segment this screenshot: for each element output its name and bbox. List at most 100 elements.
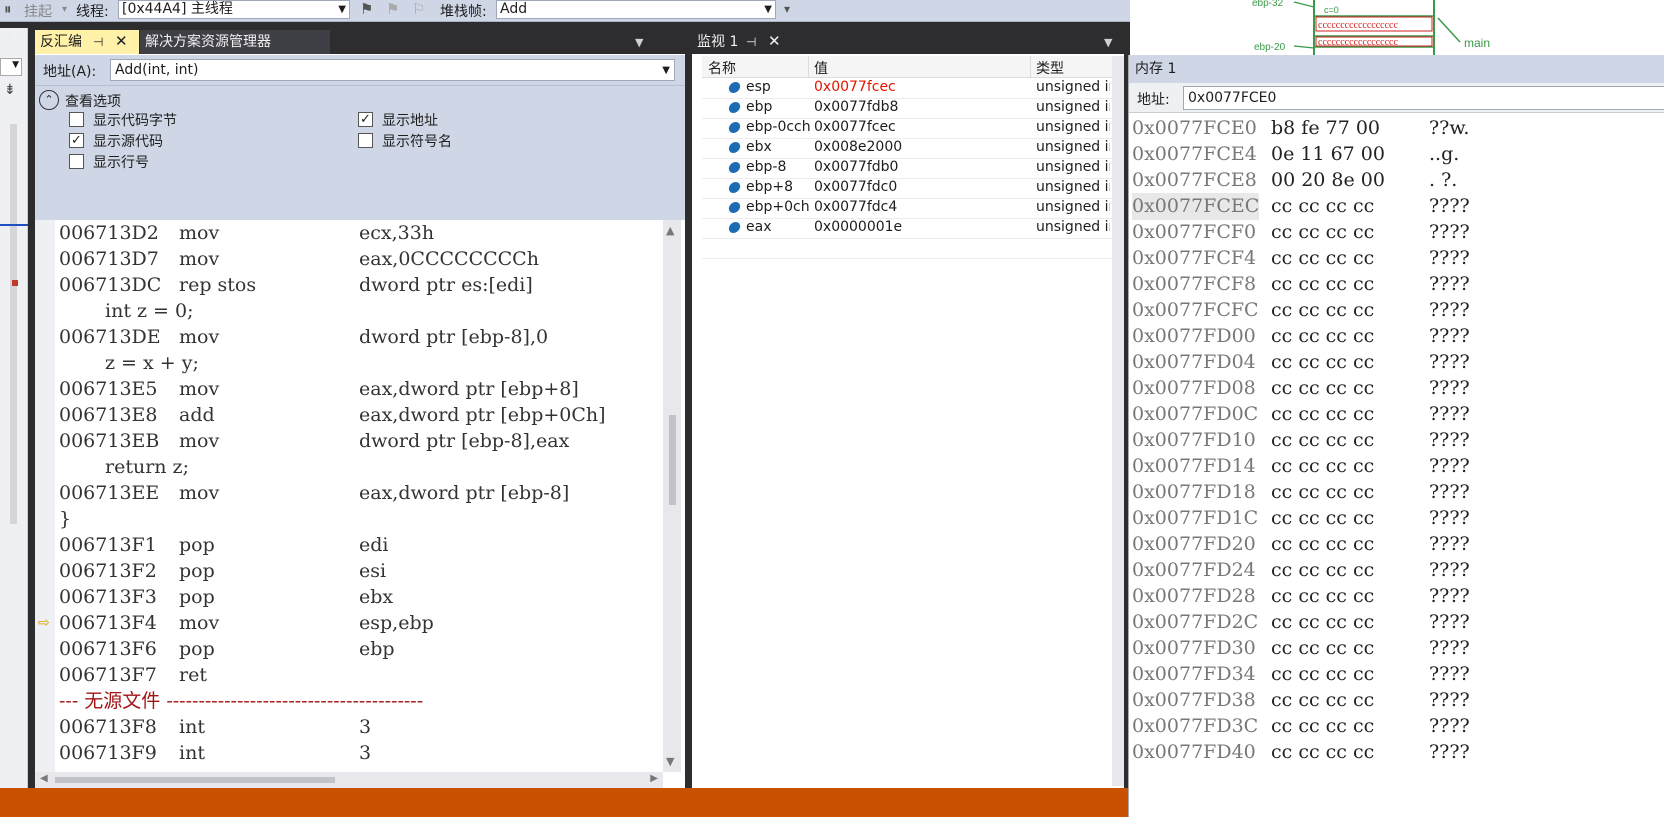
memory-bytes[interactable]: cc cc cc cc [1271, 583, 1374, 610]
memory-row[interactable]: 0x0077FCE4 0e 11 67 00 ..g. [1129, 141, 1664, 168]
column-header-value[interactable]: 值 [814, 58, 828, 78]
memory-row[interactable]: 0x0077FD20 cc cc cc cc???? [1129, 531, 1664, 558]
memory-bytes[interactable]: cc cc cc cc [1271, 401, 1374, 428]
watch-name[interactable]: ebx [746, 139, 772, 155]
memory-bytes[interactable]: cc cc cc cc [1271, 349, 1374, 376]
checkbox-show-code-bytes[interactable] [69, 112, 84, 127]
watch-row[interactable]: esp 0x0077fcec unsigned int [702, 78, 1112, 99]
memory-row[interactable]: 0x0077FD30 cc cc cc cc???? [1129, 635, 1664, 662]
memory-row[interactable]: 0x0077FD34 cc cc cc cc???? [1129, 661, 1664, 688]
watch-value[interactable]: 0x0077fdb0 [814, 159, 898, 175]
chevron-down-icon[interactable]: ▼ [635, 36, 643, 49]
watch-row[interactable]: ebp-8 0x0077fdb0 unsigned int [702, 158, 1112, 179]
watch-value[interactable]: 0x0077fdb8 [814, 99, 898, 115]
watch-name[interactable]: ebp+0ch [746, 199, 810, 215]
left-combo[interactable]: ▼ [0, 58, 22, 76]
watch-name[interactable]: ebp [746, 99, 772, 115]
memory-bytes[interactable]: cc cc cc cc [1271, 557, 1374, 584]
checkbox-show-source[interactable]: ✓ [69, 133, 84, 148]
scroll-left-icon[interactable]: ◀ [40, 773, 48, 784]
memory-bytes[interactable]: cc cc cc cc [1271, 635, 1374, 662]
suspend-icon[interactable]: ⏸ [4, 0, 12, 18]
memory-row[interactable]: 0x0077FD08 cc cc cc cc???? [1129, 375, 1664, 402]
memory-bytes[interactable]: cc cc cc cc [1271, 245, 1374, 272]
memory-row[interactable]: 0x0077FD24 cc cc cc cc???? [1129, 557, 1664, 584]
watch-name[interactable]: eax [746, 219, 771, 235]
thread-select[interactable]: [0x44A4] 主线程 ▼ [118, 0, 350, 19]
source-brace[interactable]: } [59, 506, 71, 532]
memory-bytes[interactable]: cc cc cc cc [1271, 609, 1374, 636]
collapse-icon[interactable]: ⇟ [4, 82, 16, 98]
memory-bytes[interactable]: cc cc cc cc [1271, 193, 1374, 220]
memory-bytes[interactable]: cc cc cc cc [1271, 739, 1374, 766]
memory-bytes[interactable]: b8 fe 77 00 [1271, 115, 1380, 142]
memory-row[interactable]: 0x0077FD38 cc cc cc cc???? [1129, 687, 1664, 714]
watch-value[interactable]: 0x0077fdc0 [814, 179, 897, 195]
watch-value[interactable]: 0x008e2000 [814, 139, 902, 155]
watch-row[interactable]: ebp+8 0x0077fdc0 unsigned int [702, 178, 1112, 199]
watch-value[interactable]: 0x0077fcec [814, 79, 896, 95]
memory-row[interactable]: 0x0077FCE8 00 20 8e 00 . ?. [1129, 167, 1664, 194]
memory-bytes[interactable]: cc cc cc cc [1271, 479, 1374, 506]
scroll-thumb[interactable] [55, 777, 335, 783]
column-separator[interactable] [808, 56, 809, 77]
memory-row[interactable]: 0x0077FD40 cc cc cc cc???? [1129, 739, 1664, 766]
memory-bytes[interactable]: cc cc cc cc [1271, 427, 1374, 454]
chevron-down-icon[interactable]: ▼ [1104, 36, 1112, 49]
stackframe-select[interactable]: Add ▼ [496, 0, 776, 19]
memory-row[interactable]: 0x0077FD28 cc cc cc cc???? [1129, 583, 1664, 610]
tab-watch-1[interactable]: 监视 1 ⊣ ✕ [692, 30, 790, 54]
memory-bytes[interactable]: cc cc cc cc [1271, 661, 1374, 688]
watch-new-row[interactable] [702, 238, 1112, 259]
checkbox-show-address[interactable]: ✓ [358, 112, 373, 127]
scroll-right-icon[interactable]: ▶ [650, 773, 658, 784]
close-icon[interactable]: ✕ [115, 29, 128, 53]
watch-name[interactable]: ebp-8 [746, 159, 786, 175]
column-separator[interactable] [1030, 56, 1031, 77]
source-line[interactable]: z = x + y; [105, 350, 199, 376]
watch-name[interactable]: ebp-0cch [746, 119, 811, 135]
pin-icon[interactable]: ⊣ [746, 30, 756, 54]
toolbar-overflow-icon[interactable]: ▾ [784, 2, 790, 16]
scroll-down-icon[interactable]: ▼ [666, 755, 674, 768]
watch-name[interactable]: esp [746, 79, 771, 95]
close-icon[interactable]: ✕ [768, 29, 781, 53]
memory-bytes[interactable]: 0e 11 67 00 [1271, 141, 1385, 168]
disassembly-code-view[interactable]: 006713D2 mov ecx,33h 006713D7 mov eax,0CCCCCC… [35, 220, 663, 772]
memory-row[interactable]: 0x0077FCFC cc cc cc cc???? [1129, 297, 1664, 324]
watch-vertical-scrollbar[interactable] [1112, 56, 1124, 786]
memory-bytes[interactable]: cc cc cc cc [1271, 323, 1374, 350]
column-header-type[interactable]: 类型 [1036, 58, 1064, 78]
source-line[interactable]: return z; [105, 454, 189, 480]
flag-thread-icon[interactable]: ⚑ [360, 0, 373, 18]
watch-name[interactable]: ebp+8 [746, 179, 793, 195]
watch-row[interactable]: ebx 0x008e2000 unsigned int [702, 138, 1112, 159]
memory-row[interactable]: 0x0077FD1C cc cc cc cc???? [1129, 505, 1664, 532]
code-horizontal-scrollbar[interactable]: ◀ ▶ [35, 772, 663, 788]
code-vertical-scrollbar[interactable]: ▲ ▼ [663, 220, 681, 772]
source-line[interactable]: int z = 0; [105, 298, 194, 324]
left-scrollbar[interactable] [10, 124, 17, 524]
code-gutter[interactable] [35, 220, 55, 772]
memory-row[interactable]: 0x0077FD0C cc cc cc cc???? [1129, 401, 1664, 428]
address-input[interactable]: Add(int, int) ▼ [110, 59, 675, 81]
watch-value[interactable]: 0x0000001e [814, 219, 902, 235]
suspend-dropdown-icon[interactable]: ▾ [62, 4, 67, 15]
memory-bytes[interactable]: cc cc cc cc [1271, 453, 1374, 480]
memory-row[interactable]: 0x0077FD04 cc cc cc cc???? [1129, 349, 1664, 376]
checkbox-show-symbol-names[interactable] [358, 133, 373, 148]
watch-value[interactable]: 0x0077fdc4 [814, 199, 897, 215]
memory-bytes[interactable]: 00 20 8e 00 [1271, 167, 1385, 194]
memory-row[interactable]: 0x0077FCE0 b8 fe 77 00 ??w. [1129, 115, 1664, 142]
pin-icon[interactable]: ⊣ [93, 30, 103, 54]
memory-bytes[interactable]: cc cc cc cc [1271, 505, 1374, 532]
memory-address-input[interactable]: 0x0077FCE0 [1183, 86, 1664, 110]
memory-bytes[interactable]: cc cc cc cc [1271, 713, 1374, 740]
checkbox-show-line-numbers[interactable] [69, 154, 84, 169]
suspend-label[interactable]: 挂起 [24, 1, 52, 21]
tab-solution-explorer[interactable]: 解决方案资源管理器 [140, 30, 330, 54]
memory-bytes[interactable]: cc cc cc cc [1271, 687, 1374, 714]
watch-row[interactable]: ebp+0ch0x0077fdc4 unsigned int [702, 198, 1112, 219]
scroll-up-icon[interactable]: ▲ [666, 224, 674, 237]
memory-row[interactable]: 0x0077FCEC cc cc cc cc???? [1129, 193, 1664, 220]
